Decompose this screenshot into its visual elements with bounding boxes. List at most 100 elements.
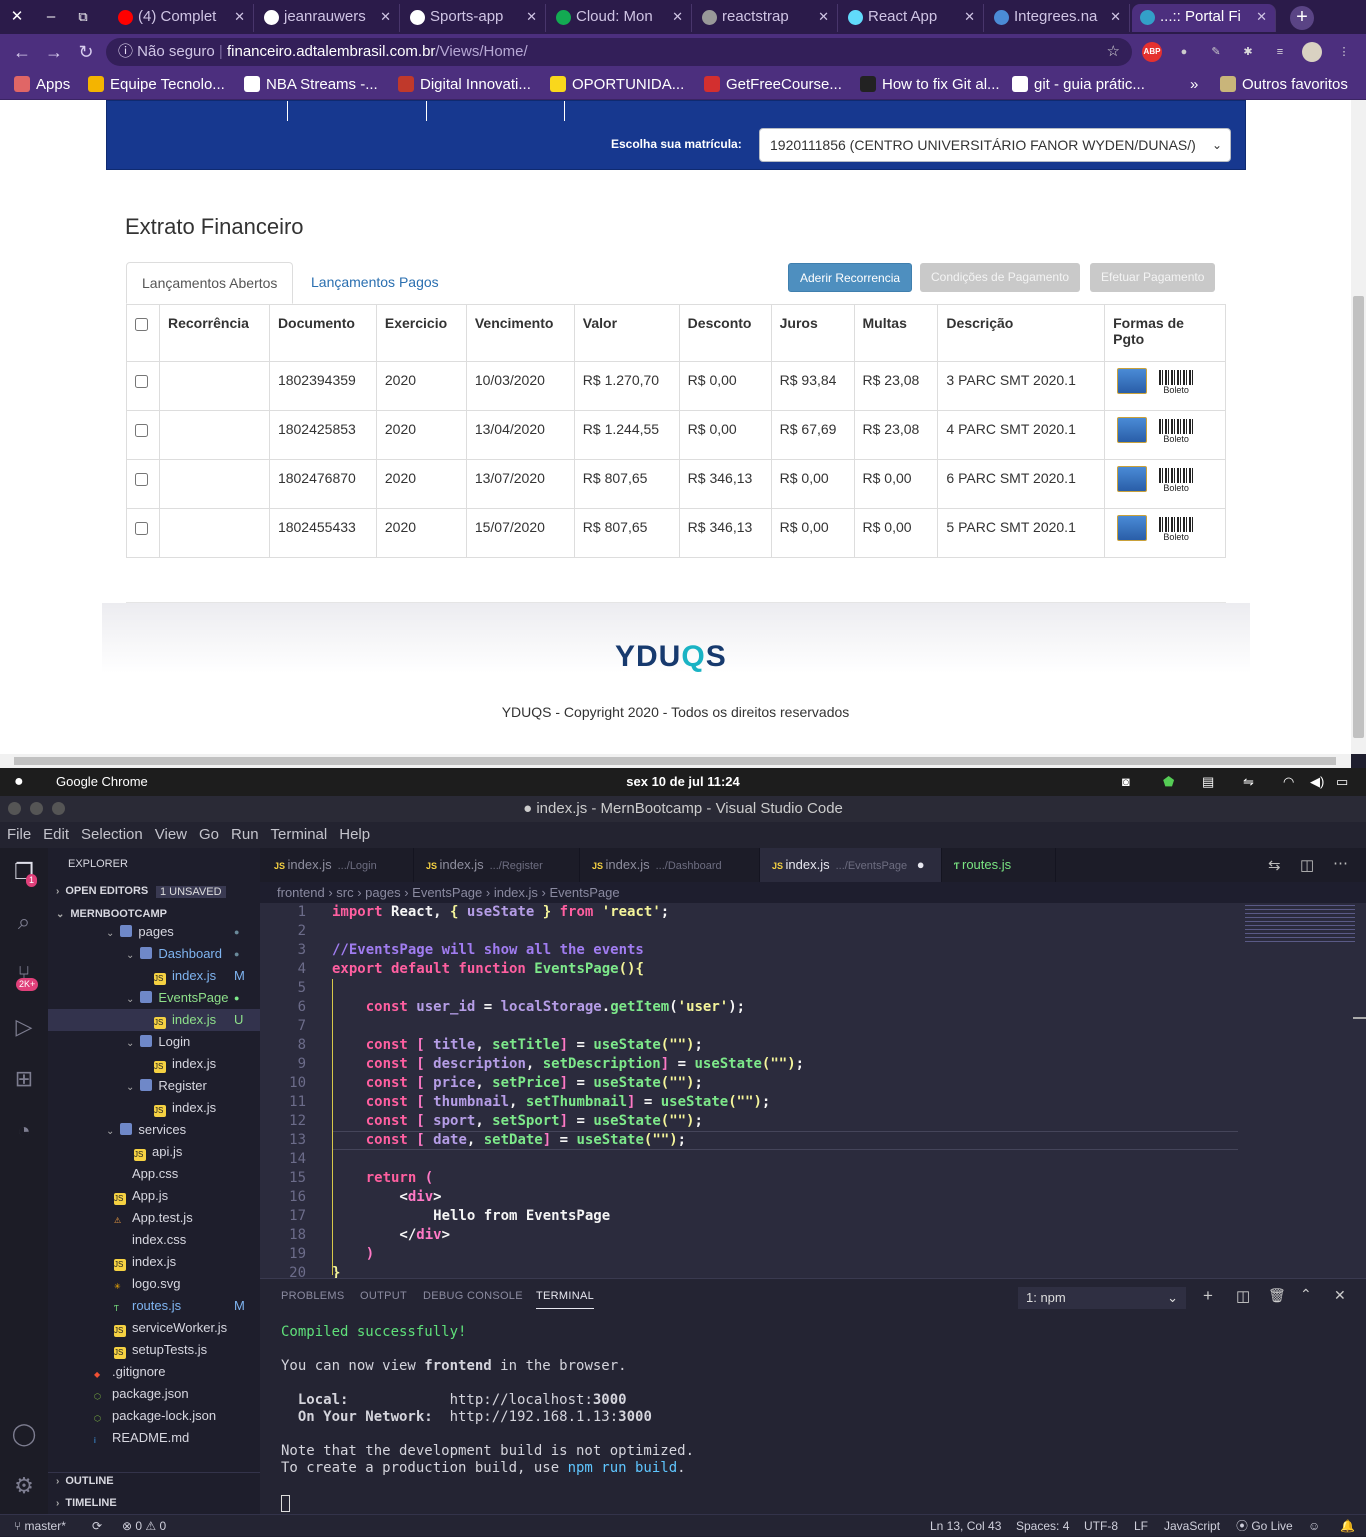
bookmark-item[interactable]: Apps	[14, 74, 70, 96]
breadcrumb-item[interactable]: index.js	[494, 885, 538, 900]
encoding[interactable]: UTF-8	[1084, 1515, 1118, 1537]
boleto-barcode-icon[interactable]: Boleto	[1159, 419, 1194, 444]
search-icon[interactable]: ⌕	[10, 908, 38, 936]
browser-tab[interactable]: (4) Complet ✕	[110, 4, 254, 32]
profile-avatar[interactable]	[1302, 42, 1322, 62]
media-queue-icon[interactable]: ≡	[1270, 42, 1290, 62]
tab-close-icon[interactable]: ✕	[672, 4, 683, 30]
explorer-item[interactable]: ⌄ Register	[48, 1075, 260, 1097]
extension-dark-icon[interactable]: ●	[1174, 42, 1194, 62]
cursor-position[interactable]: Ln 13, Col 43	[930, 1515, 1001, 1537]
bookmark-item[interactable]: Digital Innovati...	[398, 74, 531, 96]
condicoes-pagamento-button[interactable]: Condições de Pagamento	[920, 263, 1081, 292]
explorer-item[interactable]: ⚠ App.test.js	[48, 1207, 260, 1229]
tab-lancamentos-abertos[interactable]: Lançamentos Abertos	[126, 262, 294, 304]
code-editor[interactable]: 1 import React, { useState } from 'react'…	[260, 903, 1366, 1281]
maximize-panel-icon[interactable]: ⌃	[1300, 1286, 1312, 1303]
account-icon[interactable]: ◯	[10, 1420, 38, 1448]
more-actions-icon[interactable]: ⋯	[1333, 854, 1348, 872]
chrome-menu-icon[interactable]: ⋮	[1334, 42, 1354, 62]
tab-close-icon[interactable]: ✕	[964, 4, 975, 30]
row-checkbox[interactable]	[135, 375, 148, 388]
row-checkbox[interactable]	[135, 522, 148, 535]
restore-window-icon[interactable]: ⧉	[72, 6, 94, 28]
explorer-item[interactable]: JS index.js	[48, 1251, 260, 1273]
tab-close-icon[interactable]: ✕	[380, 4, 391, 30]
explorer-item[interactable]: index.css	[48, 1229, 260, 1251]
sync-icon[interactable]: ⟳	[92, 1515, 102, 1537]
extensions-icon[interactable]: ⊞	[10, 1065, 38, 1093]
notifications-icon[interactable]: 🔔	[1340, 1515, 1355, 1537]
menu-run[interactable]: Run	[231, 826, 259, 843]
problems-count[interactable]: ⊗ 0 ⚠ 0	[122, 1515, 166, 1537]
explorer-item[interactable]: ⌄ Dashboard ●	[48, 943, 260, 965]
timeline-section[interactable]: › TIMELINE	[56, 1497, 117, 1509]
bookmark-item[interactable]: How to fix Git al...	[860, 74, 1000, 96]
settings-gear-icon[interactable]: ⚙	[10, 1472, 38, 1500]
explorer-item[interactable]: ⬡ package.json	[48, 1383, 260, 1405]
project-section[interactable]: ⌄ MERNBOOTCAMP	[56, 908, 167, 920]
tab-close-icon[interactable]: ✕	[1110, 4, 1121, 30]
bookmark-item[interactable]: git - guia prátic...	[1012, 74, 1145, 96]
page-horizontal-scroll-thumb[interactable]	[14, 757, 1336, 765]
breadcrumb-item[interactable]: frontend	[277, 885, 325, 900]
menu-selection[interactable]: Selection	[81, 826, 143, 843]
browser-tab[interactable]: Cloud: Mon ✕	[548, 4, 692, 32]
unsaved-dot-icon[interactable]: ●	[913, 857, 925, 872]
git-branch[interactable]: ⑂ master*	[14, 1515, 66, 1537]
language-mode[interactable]: JavaScript	[1164, 1515, 1220, 1537]
editor-tab[interactable]: JS index.js .../Register	[414, 848, 580, 882]
explorer-item[interactable]: ⬡ package-lock.json	[48, 1405, 260, 1427]
go-live-button[interactable]: ⦿ Go Live	[1236, 1515, 1293, 1537]
card-payment-icon[interactable]	[1117, 466, 1148, 492]
explorer-item[interactable]: i README.md	[48, 1427, 260, 1449]
boleto-barcode-icon[interactable]: Boleto	[1159, 517, 1194, 542]
terminal-cursor[interactable]	[281, 1495, 290, 1512]
menu-view[interactable]: View	[155, 826, 187, 843]
boleto-barcode-icon[interactable]: Boleto	[1159, 370, 1194, 395]
extensions-puzzle-icon[interactable]: ✱	[1238, 42, 1258, 62]
breadcrumb-item[interactable]: EventsPage	[412, 885, 482, 900]
aderir-recorrencia-button[interactable]: Aderir Recorrencia	[788, 263, 913, 292]
select-all-checkbox[interactable]	[135, 318, 148, 331]
explorer-item[interactable]: JS index.js	[48, 1053, 260, 1075]
eyedropper-icon[interactable]: ✎	[1206, 42, 1226, 62]
tab-close-icon[interactable]: ✕	[234, 4, 245, 30]
row-checkbox[interactable]	[135, 424, 148, 437]
network-icon[interactable]: ⇋	[1243, 768, 1254, 796]
tab-close-icon[interactable]: ✕	[526, 4, 537, 30]
row-checkbox[interactable]	[135, 473, 148, 486]
wifi-icon[interactable]: ◠	[1283, 768, 1294, 796]
git-graph-icon[interactable]: ◔	[10, 1117, 38, 1145]
explorer-item[interactable]: JS setupTests.js	[48, 1339, 260, 1361]
explorer-item[interactable]: JS serviceWorker.js	[48, 1317, 260, 1339]
run-debug-icon[interactable]: ▷	[10, 1013, 38, 1041]
menu-edit[interactable]: Edit	[43, 826, 69, 843]
more-bookmarks-icon[interactable]: »	[1190, 74, 1198, 96]
browser-tab[interactable]: React App ✕	[840, 4, 984, 32]
feedback-icon[interactable]: ☺	[1308, 1515, 1320, 1537]
compare-changes-icon[interactable]: ⇆	[1268, 856, 1281, 874]
explorer-item[interactable]: ✳ logo.svg	[48, 1273, 260, 1295]
outline-section[interactable]: › OUTLINE	[56, 1475, 114, 1487]
browser-tab[interactable]: ...:: Portal Fi ✕	[1132, 4, 1276, 32]
close-panel-icon[interactable]: ✕	[1334, 1287, 1346, 1304]
bookmark-item[interactable]: NBA Streams -...	[244, 74, 378, 96]
menu-help[interactable]: Help	[339, 826, 370, 843]
close-window-icon[interactable]: ✕	[6, 6, 28, 28]
browser-tab[interactable]: Sports-app ✕	[402, 4, 546, 32]
terminal-select[interactable]: 1: npm ⌄	[1018, 1287, 1186, 1309]
browser-tab[interactable]: reactstrap ✕	[694, 4, 838, 32]
bookmark-item[interactable]: Outros favoritos	[1220, 74, 1348, 96]
explorer-item[interactable]: ⌄ EventsPage ●	[48, 987, 260, 1009]
card-payment-icon[interactable]	[1117, 515, 1148, 541]
page-vertical-scroll-thumb[interactable]	[1353, 296, 1364, 738]
browser-tab[interactable]: Integrees.na ✕	[986, 4, 1130, 32]
explorer-item[interactable]: ⌄ pages ●	[48, 921, 260, 943]
tab-close-icon[interactable]: ✕	[818, 4, 829, 30]
bookmark-item[interactable]: OPORTUNIDA...	[550, 74, 684, 96]
back-icon[interactable]: ←	[12, 42, 32, 62]
efetuar-pagamento-button[interactable]: Efetuar Pagamento	[1090, 263, 1216, 292]
new-terminal-icon[interactable]: +	[1203, 1286, 1213, 1306]
editor-tab[interactable]: Ƭ routes.js	[942, 848, 1056, 882]
